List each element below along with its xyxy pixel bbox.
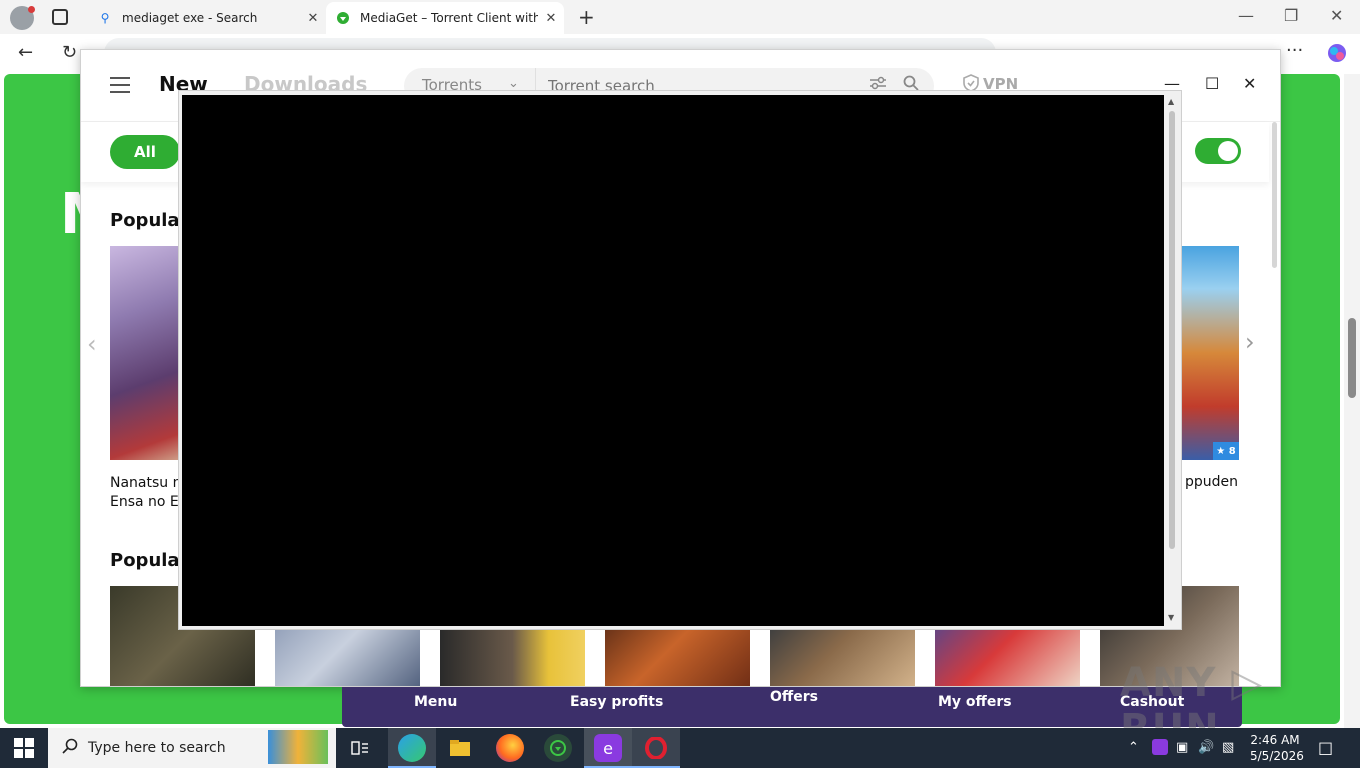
close-tab-icon[interactable]: ✕ (300, 11, 326, 26)
notification-dot (28, 6, 35, 13)
clock-date: 5/5/2026 (1250, 749, 1304, 763)
tab-title: mediaget exe - Search (122, 11, 258, 25)
popup-content-black[interactable] (182, 95, 1164, 626)
edge-icon[interactable] (398, 734, 426, 762)
taskbar-search-placeholder: Type here to search (88, 740, 226, 756)
purple-app-icon[interactable]: e (594, 734, 622, 762)
close-window-button[interactable]: ✕ (1330, 6, 1343, 25)
new-tab-button[interactable]: + (578, 5, 595, 29)
section-title: Popula (110, 550, 180, 571)
close-tab-icon[interactable]: ✕ (538, 11, 564, 26)
windows-start-icon[interactable] (14, 738, 34, 758)
caption-line: Nanatsu n (110, 475, 182, 491)
back-button[interactable]: ← (18, 42, 33, 63)
carousel-next-icon[interactable]: › (1245, 328, 1255, 356)
search-icon (62, 738, 78, 758)
poster-caption[interactable]: ppuden (1185, 474, 1238, 490)
poster-caption[interactable]: Nanatsu n Ensa no E (110, 474, 181, 512)
search-highlight-image (268, 730, 328, 764)
tab-search[interactable]: ⚲ mediaget exe - Search ✕ (88, 2, 326, 34)
restore-button[interactable]: ❐ (1284, 6, 1298, 25)
bar-item-easy-profits[interactable]: Easy profits (570, 694, 663, 710)
scrollbar-thumb[interactable] (1348, 318, 1356, 398)
section-title: Popula (110, 210, 180, 231)
carousel-prev-icon[interactable]: ‹ (87, 330, 97, 358)
minimize-button[interactable]: — (1238, 6, 1254, 25)
tab-mediaget[interactable]: MediaGet – Torrent Client with Se ✕ (326, 2, 564, 34)
caption-line: Ensa no E (110, 494, 179, 510)
tray-app-icon[interactable] (1152, 739, 1168, 755)
app-close-button[interactable]: ✕ (1243, 74, 1256, 93)
mediaget-taskbar-icon[interactable] (544, 734, 572, 762)
task-view-icon[interactable] (346, 734, 374, 762)
mediaget-logo-icon (336, 11, 350, 25)
browser-tabbar: ⚲ mediaget exe - Search ✕ MediaGet – Tor… (0, 0, 1360, 34)
opera-icon[interactable] (642, 734, 670, 762)
reload-button[interactable]: ↻ (62, 42, 77, 63)
tab-title: MediaGet – Torrent Client with Se (360, 11, 538, 25)
file-explorer-icon[interactable] (446, 734, 474, 762)
firefox-icon[interactable] (496, 734, 524, 762)
scrollbar-thumb[interactable] (1169, 111, 1175, 549)
offers-bar: Menu Easy profits Offers My offers Casho… (342, 687, 1242, 727)
popup-window[interactable]: ▲ ▼ (178, 90, 1182, 630)
notifications-icon[interactable]: □ (1318, 738, 1333, 757)
tray-device-icon[interactable]: ▣ (1176, 740, 1188, 755)
network-icon[interactable]: ▧ (1222, 740, 1234, 755)
scrollbar-thumb[interactable] (1272, 122, 1277, 268)
popup-scrollbar[interactable]: ▲ ▼ (1168, 97, 1178, 625)
more-menu-button[interactable]: ··· (1286, 40, 1303, 61)
bar-item-my-offers[interactable]: My offers (938, 694, 1012, 710)
taskbar-clock[interactable]: 2:46 AM 5/5/2026 (1250, 732, 1304, 764)
app-maximize-button[interactable]: ☐ (1205, 74, 1219, 93)
scroll-down-icon[interactable]: ▼ (1168, 613, 1174, 622)
rating-badge: ★ 8 (1213, 442, 1239, 460)
copilot-icon[interactable] (1326, 42, 1348, 69)
tray-chevron-icon[interactable]: ⌃ (1128, 740, 1139, 755)
poster-card[interactable] (1181, 246, 1239, 460)
clock-time: 2:46 AM (1250, 733, 1300, 747)
filter-all-button[interactable]: All (110, 135, 180, 169)
windows-taskbar: Type here to search e ⌃ ▣ 🔊 ▧ 2:46 AM 5/… (0, 728, 1360, 768)
app-scrollbar[interactable] (1271, 122, 1279, 682)
menu-icon[interactable] (110, 77, 130, 93)
toggle-switch[interactable] (1195, 138, 1241, 164)
volume-icon[interactable]: 🔊 (1198, 740, 1214, 755)
bar-item-offers[interactable]: Offers (770, 689, 818, 705)
scroll-up-icon[interactable]: ▲ (1168, 97, 1174, 106)
search-icon: ⚲ (100, 11, 110, 25)
bar-item-menu[interactable]: Menu (414, 694, 457, 710)
chevron-down-icon[interactable]: ⌄ (508, 76, 519, 91)
tab-actions-icon[interactable] (52, 9, 68, 25)
page-scrollbar[interactable] (1344, 74, 1360, 728)
